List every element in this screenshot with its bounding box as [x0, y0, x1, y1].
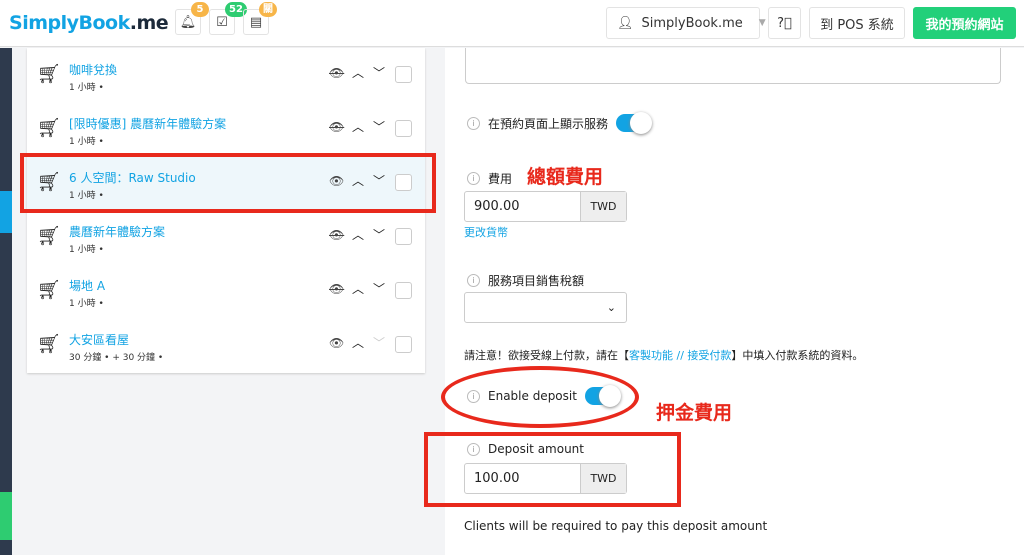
notifications-button[interactable]: 🔔︎ 5 — [175, 2, 209, 35]
move-up-icon[interactable]: ︿ — [352, 64, 364, 81]
annotation-total: 總額費用 — [527, 166, 604, 188]
account-dropdown[interactable]: 👤︎ SimplyBook.me ▼ — [606, 7, 766, 39]
chevron-down-icon: ⌄ — [606, 301, 616, 314]
sidebar-item-active[interactable] — [0, 191, 12, 233]
annotation-deposit: 押金費用 — [656, 402, 733, 424]
deposit-note: Clients will be required to pay this dep… — [464, 519, 768, 533]
service-name[interactable]: [限時優惠] 農曆新年體驗方案 — [69, 115, 226, 132]
price-value[interactable]: 900.00 — [465, 192, 580, 221]
service-row[interactable]: 🛒︎ [限時優惠] 農曆新年體驗方案 1 小時 • 👁︎ ︿ ﹀ — [27, 102, 425, 156]
eye-slash-icon[interactable]: 👁︎ — [329, 228, 344, 242]
eye-slash-icon[interactable]: 👁︎ — [329, 282, 344, 296]
tax-select[interactable]: ⌄ — [464, 292, 627, 323]
cart-icon: 🛒︎ — [37, 117, 62, 139]
move-up-icon[interactable]: ︿ — [352, 118, 364, 135]
tax-label: 服務項目銷售稅額 — [488, 274, 585, 288]
price-label: 費用 — [488, 172, 513, 186]
service-duration: 30 分鐘 • + 30 分鐘 • — [69, 353, 164, 363]
payment-note: 請注意！欲接受線上付款，請在【 客製功能 // 接受付款 】中填入付款系統的資料。 — [464, 347, 863, 363]
move-down-icon: ﹀ — [373, 336, 386, 350]
select-checkbox[interactable] — [395, 282, 412, 299]
windows-button[interactable]: ▤ 關 — [243, 2, 277, 35]
cart-icon: 🛒︎ — [37, 225, 62, 247]
show-on-booking-label: 在預約頁面上顯示服務 — [488, 116, 609, 131]
service-row[interactable]: 🛒︎ 咖啡兌換 1 小時 • 👁︎ ︿ ﹀ — [27, 48, 425, 102]
service-name[interactable]: 咖啡兌換 — [69, 61, 117, 78]
service-name[interactable]: 場地 A — [69, 277, 105, 294]
price-label-row: i 費用 — [467, 170, 512, 187]
description-textarea[interactable] — [465, 48, 1001, 84]
service-row[interactable]: 🛒︎ 大安區看屋 30 分鐘 • + 30 分鐘 • 👁︎ ︿ ﹀ — [27, 318, 425, 372]
sidebar — [0, 48, 12, 555]
service-duration: 1 小時 • — [69, 83, 104, 93]
info-icon: i — [467, 172, 480, 185]
move-up-icon[interactable]: ︿ — [352, 334, 364, 351]
info-icon: i — [467, 116, 480, 130]
highlight-box — [20, 153, 436, 213]
move-up-icon[interactable]: ︿ — [352, 226, 364, 243]
help-button[interactable]: ?⃝ — [768, 7, 801, 39]
eye-slash-icon[interactable]: 👁︎ — [329, 66, 344, 80]
select-checkbox[interactable] — [395, 228, 412, 245]
highlight-box-deposit — [424, 432, 681, 507]
service-row[interactable]: 🛒︎ 場地 A 1 小時 • 👁︎ ︿ ﹀ — [27, 264, 425, 318]
cart-icon: 🛒︎ — [37, 279, 62, 301]
caret-down-icon: ▼ — [758, 18, 766, 28]
change-currency-link[interactable]: 更改貨幣 — [464, 224, 508, 240]
service-name[interactable]: 大安區看屋 — [69, 331, 129, 348]
service-duration: 1 小時 • — [69, 245, 104, 255]
note-suffix: 】中填入付款系統的資料。 — [731, 349, 864, 362]
other-badge: 關 — [259, 2, 277, 17]
my-booking-site-button[interactable]: 我的預約網站 — [913, 7, 1016, 39]
top-bar: SimplyBook.me 🔔︎ 5 ☑ 52 ▤ 關 👤︎ SimplyBook.me… — [0, 0, 1024, 47]
move-down-icon[interactable]: ﹀ — [373, 64, 385, 81]
select-checkbox[interactable] — [395, 120, 412, 137]
price-input[interactable]: 900.00 TWD — [464, 191, 627, 222]
service-name[interactable]: 農曆新年體驗方案 — [69, 223, 165, 240]
eye-icon[interactable]: 👁︎ — [329, 336, 344, 350]
custom-features-link[interactable]: 客製功能 // 接受付款 — [629, 347, 731, 363]
service-duration: 1 小時 • — [69, 299, 104, 309]
move-up-icon[interactable]: ︿ — [352, 280, 364, 297]
pos-button[interactable]: 到 POS 系統 — [809, 7, 905, 39]
cart-icon: 🛒︎ — [37, 333, 62, 355]
tax-label-row: i 服務項目銷售稅額 — [467, 272, 584, 289]
logo[interactable]: SimplyBook.me — [9, 12, 169, 34]
notifications-badge: 5 — [191, 2, 209, 17]
eye-slash-icon[interactable]: 👁︎ — [329, 120, 344, 134]
user-icon: 👤︎ — [617, 15, 634, 31]
calendar-check-icon: ☑ — [216, 14, 228, 30]
sidebar-item-green[interactable] — [0, 492, 12, 540]
select-checkbox[interactable] — [395, 336, 412, 353]
window-icon: ▤ — [249, 14, 263, 30]
currency-addon: TWD — [580, 192, 626, 221]
bookings-button[interactable]: ☑ 52 — [209, 2, 247, 35]
account-name: SimplyBook.me — [641, 15, 743, 31]
show-on-booking-toggle[interactable] — [616, 112, 653, 134]
show-on-booking-row: i 在預約頁面上顯示服務 — [467, 112, 653, 134]
cart-icon: 🛒︎ — [37, 63, 62, 85]
service-row[interactable]: 🛒︎ 農曆新年體驗方案 1 小時 • 👁︎ ︿ ﹀ — [27, 210, 425, 264]
info-icon: i — [467, 274, 480, 287]
move-down-icon[interactable]: ﹀ — [373, 118, 385, 135]
help-icon: ?⃝ — [777, 15, 792, 31]
move-down-icon[interactable]: ﹀ — [373, 226, 385, 243]
service-duration: 1 小時 • — [69, 137, 104, 147]
note-prefix: 請注意！欲接受線上付款，請在【 — [464, 349, 629, 362]
highlight-ellipse — [441, 366, 639, 428]
select-checkbox[interactable] — [395, 66, 412, 83]
bell-icon: 🔔︎ — [179, 14, 197, 30]
move-down-icon[interactable]: ﹀ — [373, 280, 385, 297]
